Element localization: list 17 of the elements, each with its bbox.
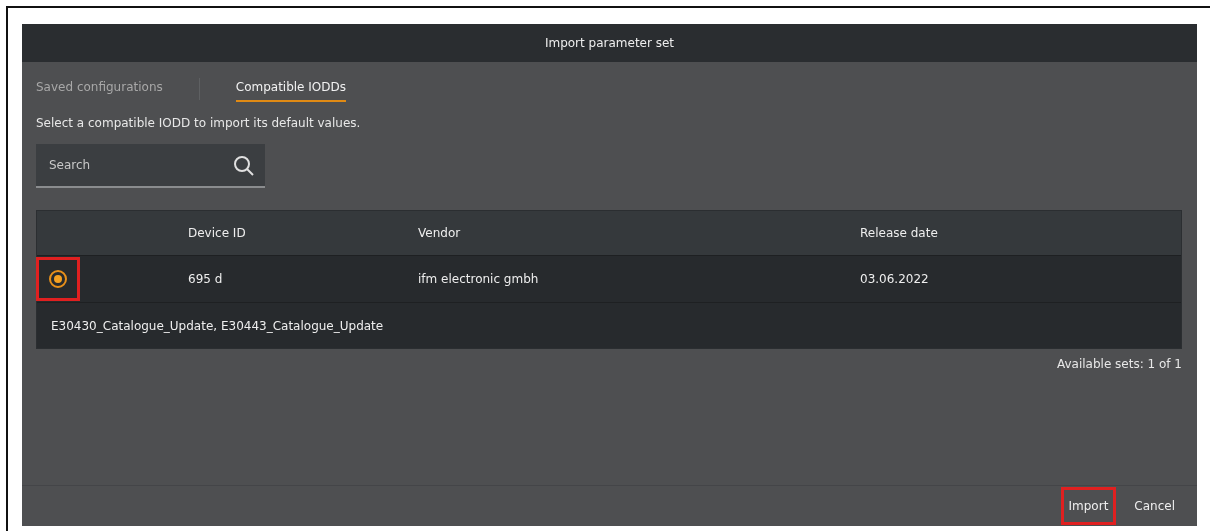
tab[interactable]: Saved configurations [36,76,163,102]
table-cell-text: 03.06.2022 [860,272,930,286]
table-cell: E30430_Catalogue_Update, E30443_Catalogue_Update [51,318,384,333]
column-header: Vendor [418,226,462,240]
table-cell-text: 695 d [188,272,224,286]
import-button[interactable]: Import [1060,487,1117,525]
radio-button[interactable] [49,270,67,288]
window-title: Import parameter set [544,36,675,50]
tab[interactable]: Compatible IODDs [235,76,347,102]
table-cell-text: ifm electronic gmbh [418,272,540,286]
column-header: Release date [860,226,939,240]
search-icon[interactable] [233,155,255,177]
instruction-text: Select a compatible IODD to import its default values. [36,116,362,130]
cancel-button[interactable]: Cancel [1126,487,1183,525]
available-sets-text: Available sets: 1 of 1 [1056,357,1182,371]
column-header: Device ID [188,226,247,240]
search-field[interactable]: Search [36,144,265,188]
